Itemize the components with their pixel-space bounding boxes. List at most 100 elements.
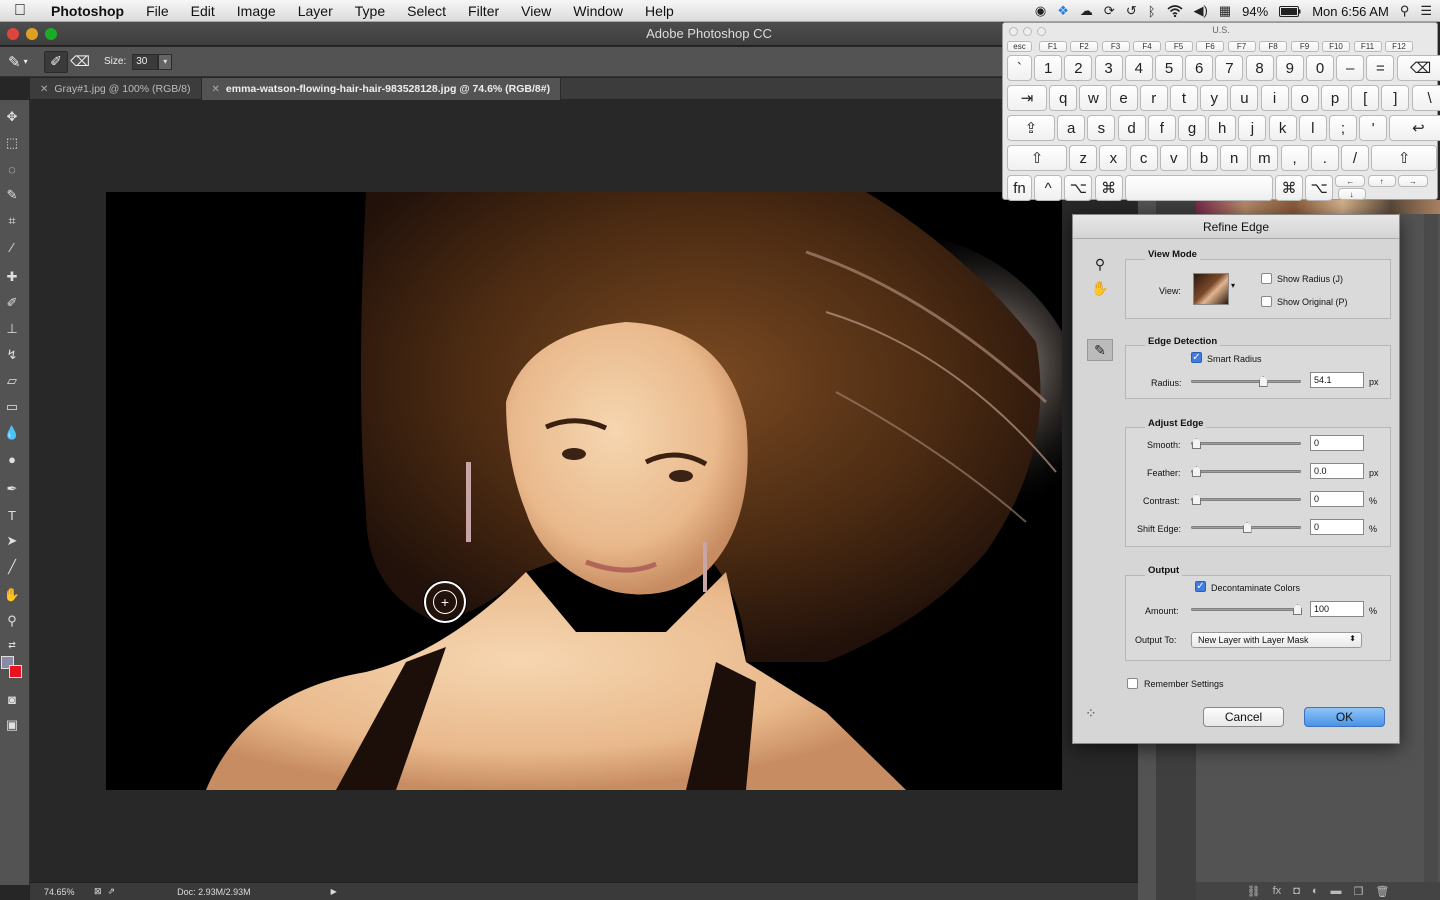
key-symbol-0[interactable]: ` (1007, 55, 1032, 81)
wifi-icon[interactable] (1167, 5, 1183, 17)
key-symbol-12[interactable]: ↩ (1389, 115, 1440, 141)
key-f2[interactable]: F2 (1070, 41, 1098, 52)
key-f4[interactable]: F4 (1133, 41, 1161, 52)
key-symbol-1[interactable]: ^ (1034, 175, 1063, 201)
pen-tool-icon[interactable]: ✒ (0, 478, 24, 500)
key-f9[interactable]: F9 (1290, 41, 1319, 52)
status-menu-arrow-icon[interactable]: ▶ (331, 887, 337, 896)
menubar-clock[interactable]: Mon 6:56 AM (1312, 4, 1389, 19)
spotlight-search-icon[interactable]: ⚲ (1400, 3, 1410, 19)
key-o[interactable]: o (1290, 85, 1319, 111)
blur-tool-icon[interactable]: 💧 (0, 422, 24, 444)
key-fn[interactable]: fn (1007, 175, 1032, 201)
menu-file[interactable]: File (135, 3, 180, 19)
menu-edit[interactable]: Edit (180, 3, 226, 19)
apple-icon[interactable]:  (0, 2, 40, 20)
link-layers-icon[interactable]: ⛓ (1247, 885, 1261, 898)
quick-mask-icon[interactable]: ◙ (0, 688, 24, 710)
smooth-slider[interactable] (1191, 438, 1301, 449)
menu-view[interactable]: View (510, 3, 562, 19)
key-n[interactable]: n (1220, 145, 1249, 171)
remember-settings-checkbox[interactable] (1127, 678, 1138, 689)
key-symbol-2[interactable]: ⌥ (1064, 175, 1093, 201)
key-8[interactable]: 8 (1245, 55, 1274, 81)
key-y[interactable]: y (1200, 85, 1229, 111)
path-selection-tool-icon[interactable]: ➤ (0, 530, 24, 552)
feather-input[interactable]: 0.0 (1310, 463, 1364, 479)
key-3[interactable]: 3 (1094, 55, 1123, 81)
key-symbol-8[interactable]: ↑ (1367, 175, 1396, 187)
key-f5[interactable]: F5 (1164, 41, 1193, 52)
battery-icon[interactable] (1279, 5, 1301, 17)
key-g[interactable]: g (1178, 115, 1206, 141)
key-f10[interactable]: F10 (1322, 41, 1350, 52)
key-w[interactable]: w (1079, 85, 1108, 111)
key-symbol-12[interactable]: ] (1381, 85, 1410, 111)
close-tab-icon[interactable]: ✕ (212, 84, 220, 95)
key-f11[interactable]: F11 (1353, 41, 1382, 52)
key-1[interactable]: 1 (1034, 55, 1063, 81)
key-space[interactable] (1124, 175, 1273, 201)
key-symbol-11[interactable]: [ (1351, 85, 1380, 111)
tool-preset-picker[interactable]: ✎ ▾ (8, 51, 44, 73)
zoom-tool-icon[interactable]: ⚲ (1087, 253, 1113, 275)
swatches-strip[interactable] (1196, 200, 1440, 214)
close-tab-icon[interactable]: ✕ (40, 84, 48, 95)
notification-list-icon[interactable]: ☰ (1420, 3, 1432, 19)
refine-radius-tool-icon[interactable]: ✎ (1087, 339, 1113, 361)
swap-colors-icon[interactable]: ⇄ (0, 634, 24, 656)
key-f12[interactable]: F12 (1385, 41, 1413, 52)
zoom-level[interactable]: 74.65% (44, 887, 94, 897)
marquee-tool-icon[interactable]: ⬚ (0, 132, 24, 154)
adjustment-layer-icon[interactable]: ◐ (1312, 885, 1319, 897)
proof-icon[interactable]: ⊠ (94, 886, 102, 897)
document-image[interactable]: + (106, 192, 1062, 790)
move-tool-icon[interactable]: ✥ (0, 106, 24, 128)
history-brush-tool-icon[interactable]: ↯ (0, 344, 24, 366)
key-i[interactable]: i (1260, 85, 1289, 111)
menu-help[interactable]: Help (634, 3, 685, 19)
key-e[interactable]: e (1109, 85, 1138, 111)
smooth-input[interactable]: 0 (1310, 435, 1364, 451)
key-symbol-13[interactable]: ⌫ (1396, 55, 1440, 81)
key-2[interactable]: 2 (1064, 55, 1093, 81)
menu-image[interactable]: Image (226, 3, 287, 19)
crop-tool-icon[interactable]: ⌗ (0, 210, 24, 232)
eraser-tool-icon[interactable]: ▱ (0, 370, 24, 392)
key-c[interactable]: c (1129, 145, 1158, 171)
feather-slider[interactable] (1191, 466, 1301, 477)
key-symbol-11[interactable]: – (1336, 55, 1365, 81)
output-to-select[interactable]: New Layer with Layer Mask ⬍ (1191, 632, 1362, 648)
key-x[interactable]: x (1099, 145, 1128, 171)
key-f3[interactable]: F3 (1101, 41, 1130, 52)
gradient-tool-icon[interactable]: ▭ (0, 396, 24, 418)
key-symbol-13[interactable]: \ (1411, 85, 1440, 111)
key-symbol-0[interactable]: ⇪ (1007, 115, 1055, 141)
menu-app-name[interactable]: Photoshop (40, 3, 135, 19)
brush-size-input[interactable]: 30 (132, 53, 159, 70)
key-symbol-9[interactable]: . (1310, 145, 1339, 171)
key-esc[interactable]: esc (1007, 41, 1032, 52)
radius-slider[interactable] (1191, 376, 1301, 387)
key-f7[interactable]: F7 (1227, 41, 1256, 52)
delete-layer-icon[interactable]: 🗑 (1375, 885, 1389, 898)
key-s[interactable]: s (1087, 115, 1116, 141)
key-f1[interactable]: F1 (1038, 41, 1067, 52)
background-color-swatch[interactable] (9, 665, 22, 678)
key-f8[interactable]: F8 (1259, 41, 1287, 52)
menu-window[interactable]: Window (562, 3, 634, 19)
menu-layer[interactable]: Layer (287, 3, 344, 19)
menu-filter[interactable]: Filter (457, 3, 510, 19)
key-4[interactable]: 4 (1124, 55, 1153, 81)
sync-icon[interactable]: ⟳ (1104, 3, 1115, 19)
type-tool-icon[interactable]: T (0, 504, 24, 526)
key-0[interactable]: 0 (1306, 55, 1334, 81)
dropbox-icon[interactable]: ❖ (1057, 3, 1069, 19)
key-symbol-10[interactable]: / (1341, 145, 1369, 171)
key-symbol-5[interactable]: ⌘ (1275, 175, 1303, 201)
layer-style-icon[interactable]: fx (1273, 885, 1282, 897)
key-symbol-11[interactable]: ⇧ (1371, 145, 1438, 171)
key-7[interactable]: 7 (1215, 55, 1244, 81)
key-f6[interactable]: F6 (1196, 41, 1224, 52)
erase-refinements-tool-button[interactable]: ⌫ (68, 51, 92, 73)
